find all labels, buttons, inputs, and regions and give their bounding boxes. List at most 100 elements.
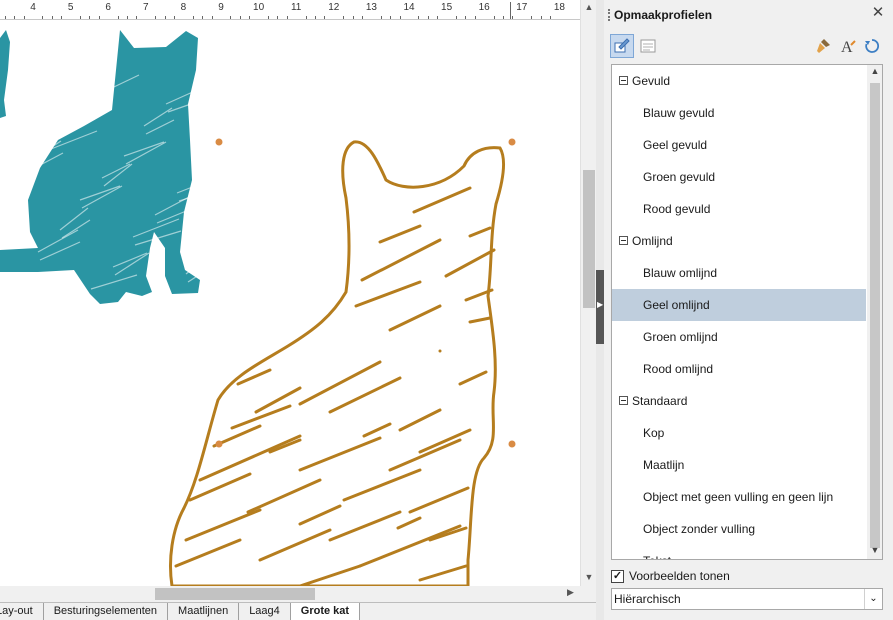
gold-hatch-stroke (298, 564, 362, 586)
presentation-styles-icon (640, 39, 656, 53)
selection-handle-mid-right[interactable] (508, 440, 516, 448)
style-item-row[interactable]: Blauw gevuld (612, 97, 866, 129)
gold-hatch-stroke (188, 472, 252, 502)
ruler-number: 17 (516, 2, 528, 13)
ruler-number: 5 (67, 2, 74, 13)
style-item-row[interactable]: Rood gevuld (612, 193, 866, 225)
update-style-button[interactable] (860, 34, 884, 58)
new-style-button[interactable]: A (836, 34, 860, 58)
gold-hatch-stroke (258, 528, 332, 562)
ruler-tick (211, 16, 213, 19)
ruler-tick (61, 16, 63, 19)
layer-tab[interactable]: Grote kat (290, 603, 361, 620)
list-scroll-thumb[interactable] (870, 83, 880, 548)
style-item-row[interactable]: Geel gevuld (612, 129, 866, 161)
gold-hatch-stroke (458, 370, 488, 386)
style-category-row[interactable]: Gevuld (612, 65, 866, 97)
ruler-tick (117, 16, 119, 19)
scroll-right-icon[interactable]: ▶ (567, 587, 574, 598)
styles-list-scrollbar[interactable]: ▲ ▼ (867, 65, 882, 559)
scroll-up-icon[interactable]: ▲ (581, 2, 597, 12)
close-icon[interactable]: ✕ (870, 4, 886, 22)
gold-cat-outline[interactable] (169, 140, 505, 586)
sidebar-collapse-handle[interactable]: ▶ (596, 270, 604, 344)
style-label: Geel omlijnd (643, 298, 710, 312)
drawing-styles-button[interactable] (610, 34, 634, 58)
layer-tab[interactable]: Maatlijnen (168, 603, 240, 620)
ruler-tick (136, 16, 138, 19)
style-label: Geel gevuld (643, 138, 708, 152)
gold-hatch-stroke (412, 186, 472, 214)
view-mode-select[interactable]: Hiërarchisch ⌄ (611, 588, 883, 610)
drawing-styles-icon (614, 38, 630, 53)
style-category-row[interactable]: Omlijnd (612, 225, 866, 257)
collapse-icon[interactable] (619, 396, 628, 405)
vertical-scroll-thumb[interactable] (583, 170, 595, 308)
sidebar-splitter[interactable]: ▶ (596, 0, 604, 620)
gold-hatch-stroke (388, 438, 462, 472)
style-item-row[interactable]: Groen omlijnd (612, 321, 866, 353)
gold-hatch-stroke (398, 408, 442, 432)
teal-cat-shape[interactable] (0, 30, 200, 304)
selection-handle-mid-left[interactable] (215, 440, 223, 448)
svg-text:A: A (841, 39, 853, 55)
panel-drag-grip-icon[interactable] (608, 9, 610, 21)
ruler-tick (286, 16, 288, 19)
style-item-row[interactable]: Blauw omlijnd (612, 257, 866, 289)
ruler-number: 14 (403, 2, 415, 13)
collapse-icon[interactable] (619, 76, 628, 85)
selection-handle-top-right[interactable] (508, 138, 516, 146)
layer-tab[interactable]: Laag4 (239, 603, 291, 620)
style-category-row[interactable]: Standaard (612, 385, 866, 417)
gold-hatch-stroke (358, 524, 462, 568)
drawing-canvas[interactable] (0, 20, 580, 586)
presentation-styles-button[interactable] (636, 34, 660, 58)
ruler-number: 11 (290, 2, 302, 13)
vertical-scrollbar[interactable]: ▲ ▼ (580, 0, 596, 586)
style-item-row[interactable]: Geel omlijnd (612, 289, 866, 321)
ruler-tick (127, 16, 128, 19)
fill-format-mode-button[interactable] (812, 34, 836, 58)
collapse-icon[interactable] (619, 236, 628, 245)
gold-hatch-stroke (236, 368, 272, 386)
scroll-down-icon[interactable]: ▼ (581, 572, 597, 582)
style-item-row[interactable]: Kop (612, 417, 866, 449)
horizontal-scroll-thumb[interactable] (155, 588, 315, 600)
layer-tab[interactable]: Lay-out (0, 603, 44, 620)
ruler-tick (174, 16, 175, 19)
list-scroll-up-icon[interactable]: ▲ (867, 66, 882, 76)
collapse-arrow-icon: ▶ (597, 300, 604, 309)
style-item-row[interactable]: Object zonder vulling (612, 513, 866, 545)
selection-dot (438, 349, 442, 353)
ruler-tick (192, 16, 194, 19)
list-scroll-down-icon[interactable]: ▼ (867, 545, 882, 555)
styles-tree-list[interactable]: Gevuld Blauw gevuld Geel gevuld Groen gevul… (611, 64, 883, 560)
style-item-row[interactable]: Groen gevuld (612, 161, 866, 193)
gold-hatch-stroke (184, 508, 262, 542)
show-previews-checkbox[interactable]: ✓ (611, 569, 624, 583)
gold-hatch-stroke (468, 226, 492, 238)
ruler-tick (4, 16, 6, 19)
layer-tab[interactable]: Besturingselementen (43, 603, 169, 620)
ruler-tick (202, 16, 204, 19)
gold-hatch-stroke (328, 510, 402, 542)
style-item-row[interactable]: Object met geen vulling en geen lijn (612, 481, 866, 513)
style-item-row[interactable]: Maatlijn (612, 449, 866, 481)
ruler-tick (418, 16, 420, 19)
show-previews-option[interactable]: ✓ Voorbeelden tonen (611, 567, 730, 585)
style-item-row[interactable]: Rood omlijnd (612, 353, 866, 385)
ruler-tick (249, 16, 251, 19)
style-label: Object zonder vulling (643, 522, 756, 536)
teal-cat-edge[interactable] (0, 30, 10, 118)
style-item-row[interactable]: Tekst (612, 545, 866, 559)
style-label: Blauw omlijnd (643, 266, 718, 280)
ruler-tick (155, 16, 157, 19)
teal-hatch-stroke (187, 263, 217, 283)
gold-hatch-stroke (298, 436, 382, 472)
layer-tab-bar: Lay-outBesturingselementenMaatlijnenLaag… (0, 602, 596, 620)
horizontal-scrollbar[interactable]: ▶ (0, 586, 596, 602)
update-style-icon (865, 39, 880, 53)
ruler-margin-marker[interactable] (510, 2, 511, 19)
selection-handle-top-left[interactable] (215, 138, 223, 146)
chevron-down-icon[interactable]: ⌄ (864, 589, 882, 609)
